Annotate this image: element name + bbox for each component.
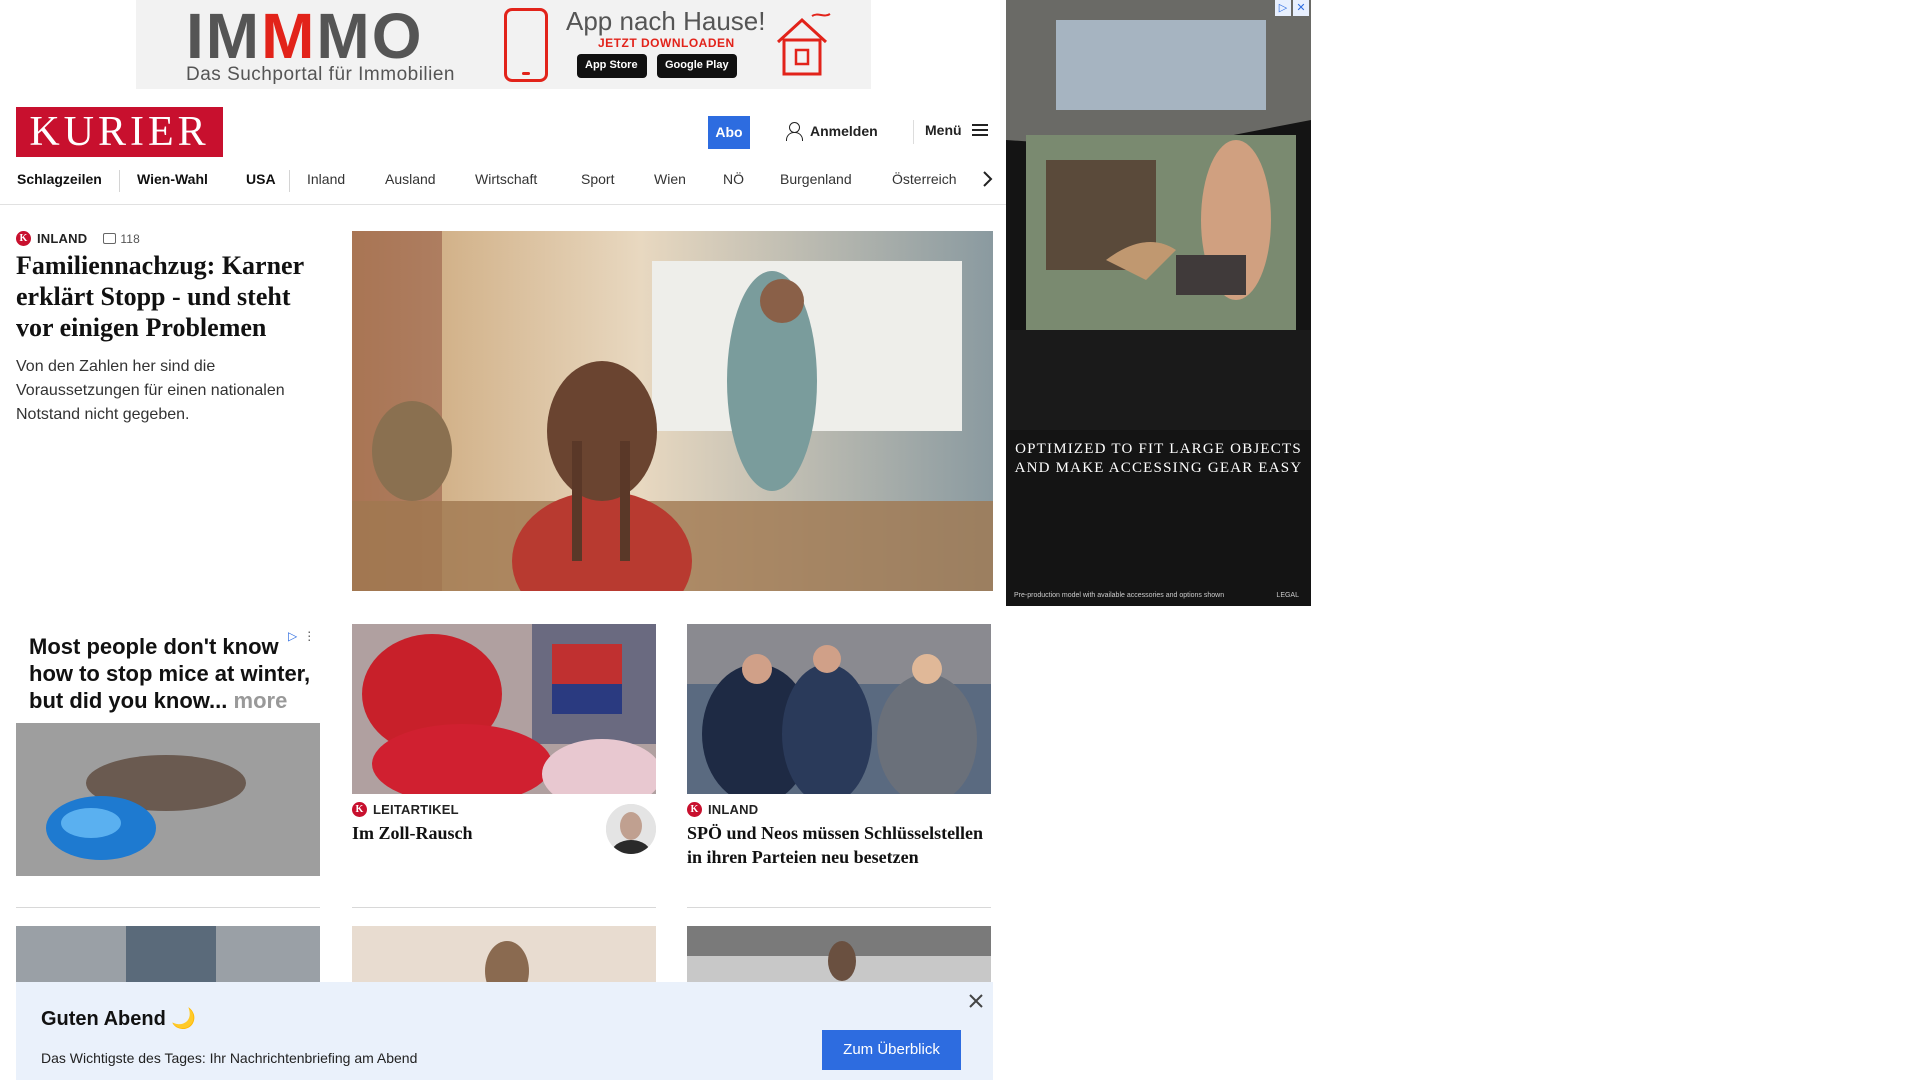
- card-headline[interactable]: SPÖ und Neos müssen Schlüsselstellen in …: [687, 821, 991, 869]
- divider: [687, 907, 991, 908]
- ad-legal[interactable]: LEGAL: [1276, 592, 1299, 599]
- close-icon[interactable]: [967, 992, 985, 1010]
- divider: [352, 907, 656, 908]
- login-button[interactable]: Anmelden: [786, 122, 878, 141]
- overview-button[interactable]: Zum Überblick: [822, 1030, 961, 1070]
- nav-item-oesterreich[interactable]: Österreich: [892, 171, 957, 187]
- article-image[interactable]: [352, 926, 656, 986]
- article-image[interactable]: [687, 926, 991, 986]
- card-kicker-label: LEITARTIKEL: [373, 802, 459, 817]
- google-play-badge[interactable]: Google Play: [657, 54, 737, 78]
- nav-item-wirtschaft[interactable]: Wirtschaft: [475, 171, 537, 187]
- kurier-logo[interactable]: KURIER: [16, 107, 223, 157]
- evening-title: Guten Abend 🌙: [41, 1008, 197, 1030]
- nav-item-burgenland[interactable]: Burgenland: [780, 171, 852, 187]
- comment-count-value: 118: [120, 231, 141, 246]
- article-card[interactable]: K INLAND SPÖ und Neos müssen Schlüsselst…: [687, 624, 991, 869]
- article-card[interactable]: K LEITARTIKEL Im Zoll-Rausch: [352, 624, 656, 854]
- card-kicker-label: INLAND: [708, 802, 759, 817]
- phone-icon: [504, 8, 548, 82]
- ad-footnote: Pre-production model with available acce…: [1014, 592, 1225, 599]
- evening-text: Das Wichtigste des Tages: Ihr Nachrichte…: [41, 1050, 418, 1066]
- lead-teaser: Von den Zahlen her sind die Voraussetzun…: [16, 358, 285, 423]
- ad-claim: OPTIMIZED TO FIT LARGE OBJECTS AND MAKE …: [1014, 441, 1303, 476]
- house-icon: [776, 13, 831, 76]
- nav-item-noe[interactable]: NÖ: [723, 171, 744, 187]
- user-icon: [786, 122, 803, 141]
- native-ad-more[interactable]: more: [234, 688, 288, 713]
- immmo-logo: IMMMO: [186, 0, 424, 72]
- menu-label: Menü: [925, 122, 962, 138]
- lead-kicker: K INLAND 118: [16, 231, 140, 246]
- app-store-badge[interactable]: App Store: [577, 54, 647, 78]
- top-ad-banner[interactable]: IMMMO Das Suchportal für Immobilien App …: [136, 0, 871, 89]
- lead-kicker-label: INLAND: [37, 231, 88, 246]
- page: IMMMO Das Suchportal für Immobilien App …: [0, 0, 1920, 1080]
- article-image[interactable]: [16, 926, 320, 986]
- ad-choices: ▷ ✕: [1275, 0, 1309, 16]
- nav-item-schlagzeilen[interactable]: Schlagzeilen: [17, 171, 102, 187]
- adchoices-icon[interactable]: ▷: [1275, 0, 1291, 16]
- article-image[interactable]: [687, 624, 991, 794]
- hamburger-icon: [971, 123, 988, 137]
- menu-button[interactable]: Menü: [925, 122, 988, 138]
- nav-item-usa[interactable]: USA: [246, 171, 276, 187]
- site-header: KURIER Abo Anmelden Menü: [0, 104, 1006, 158]
- ad-headline: App nach Hause!: [566, 6, 766, 36]
- abo-button[interactable]: Abo: [708, 116, 750, 149]
- native-ad-image: [16, 723, 320, 876]
- card-kicker: K INLAND: [687, 802, 991, 817]
- divider: [16, 907, 320, 908]
- author-avatar[interactable]: [606, 804, 656, 854]
- nav-item-sport[interactable]: Sport: [581, 171, 614, 187]
- nav-item-ausland[interactable]: Ausland: [385, 171, 436, 187]
- ad-cta: JETZT DOWNLOADEN: [598, 36, 735, 50]
- nav-item-inland[interactable]: Inland: [307, 171, 345, 187]
- login-label: Anmelden: [810, 123, 878, 139]
- kurier-k-icon: K: [352, 802, 367, 817]
- lead-image[interactable]: [352, 231, 993, 591]
- native-ad[interactable]: ▷ ⋮ Most people don't know how to stop m…: [16, 624, 320, 876]
- lead-headline[interactable]: Familiennachzug: Karner erklärt Stopp - …: [16, 250, 326, 343]
- right-ad[interactable]: OPTIMIZED TO FIT LARGE OBJECTS AND MAKE …: [1006, 0, 1311, 606]
- header-divider: [913, 120, 914, 144]
- nav-item-wien-wahl[interactable]: Wien-Wahl: [137, 171, 208, 187]
- comment-icon: [103, 233, 117, 244]
- nav-separator: [119, 170, 120, 192]
- comment-count[interactable]: 118: [103, 232, 140, 246]
- kurier-k-icon: K: [16, 231, 31, 246]
- article-image[interactable]: [352, 624, 656, 794]
- immmo-subtitle: Das Suchportal für Immobilien: [186, 64, 455, 85]
- close-icon[interactable]: ✕: [1293, 0, 1309, 16]
- nav-separator: [289, 170, 290, 192]
- nav-item-wien[interactable]: Wien: [654, 171, 686, 187]
- kurier-k-icon: K: [687, 802, 702, 817]
- main-nav: Schlagzeilen Wien-Wahl USA Inland Auslan…: [0, 165, 1006, 205]
- native-ad-text: Most people don't know how to stop mice …: [29, 634, 311, 713]
- chevron-right-icon[interactable]: [978, 169, 996, 189]
- evening-briefing-banner: Guten Abend 🌙 Das Wichtigste des Tages: …: [16, 982, 993, 1080]
